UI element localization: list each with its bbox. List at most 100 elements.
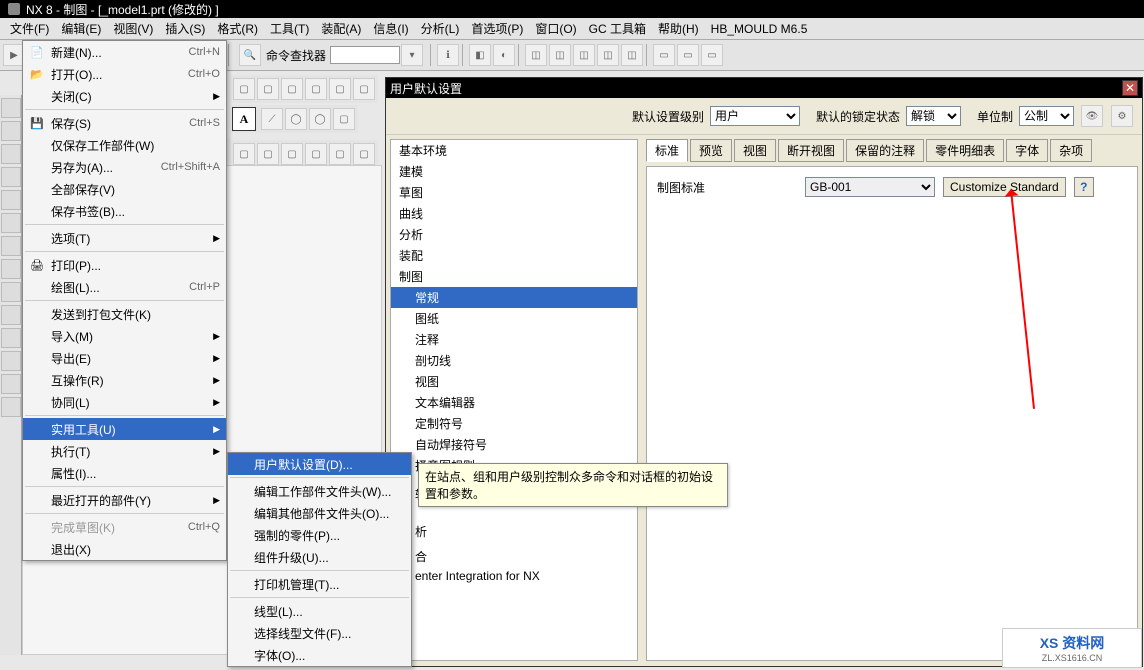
sidebar-icon-4[interactable] <box>1 167 21 187</box>
tool-s3[interactable]: ▢ <box>281 78 303 100</box>
standard-select[interactable]: GB-001 <box>805 177 935 197</box>
file-menu-item-8[interactable]: 保存书签(B)... <box>23 200 226 222</box>
tab-1[interactable]: 预览 <box>690 139 732 162</box>
sidebar-icon-11[interactable] <box>1 328 21 348</box>
tree-item-5[interactable]: 装配 <box>391 245 637 266</box>
file-menu-item-28[interactable]: 退出(X) <box>23 538 226 560</box>
menu-5[interactable]: 工具(T) <box>264 18 315 39</box>
tool-u2[interactable]: ▢ <box>257 143 279 165</box>
sidebar-icon-8[interactable] <box>1 259 21 279</box>
sidebar-icon-1[interactable] <box>1 98 21 118</box>
tree-item-6[interactable]: 制图 <box>391 266 637 287</box>
tool-u1[interactable]: ▢ <box>233 143 255 165</box>
menu-2[interactable]: 视图(V) <box>107 18 159 39</box>
menu-4[interactable]: 格式(R) <box>211 18 264 39</box>
file-menu-item-10[interactable]: 选项(T)▶ <box>23 227 226 249</box>
submenu-item-5[interactable]: 组件升级(U)... <box>228 546 411 568</box>
menu-7[interactable]: 信息(I) <box>367 18 414 39</box>
dialog-tool-1[interactable]: 👁 <box>1081 105 1103 127</box>
file-menu-item-17[interactable]: 导出(E)▶ <box>23 347 226 369</box>
file-menu-item-21[interactable]: 实用工具(U)▶ <box>23 418 226 440</box>
menu-9[interactable]: 首选项(P) <box>465 18 529 39</box>
file-menu-item-5[interactable]: 仅保存工作部件(W) <box>23 134 226 156</box>
file-menu-item-4[interactable]: 💾保存(S)Ctrl+S <box>23 112 226 134</box>
tree-item-23[interactable]: 析 <box>391 521 637 542</box>
tool-g5[interactable]: ◫ <box>621 44 643 66</box>
tree-item-9[interactable]: 注释 <box>391 329 637 350</box>
lock-select[interactable]: 解锁 <box>906 106 961 126</box>
sidebar-icon-13[interactable] <box>1 374 21 394</box>
unit-select[interactable]: 公制 <box>1019 106 1074 126</box>
tree-item-11[interactable]: 视图 <box>391 371 637 392</box>
file-menu-item-1[interactable]: 📂打开(O)...Ctrl+O <box>23 63 226 85</box>
tool-s6[interactable]: ▢ <box>353 78 375 100</box>
tool-s4[interactable]: ▢ <box>305 78 327 100</box>
sidebar-icon-9[interactable] <box>1 282 21 302</box>
menu-11[interactable]: GC 工具箱 <box>583 18 652 39</box>
file-menu-item-7[interactable]: 全部保存(V) <box>23 178 226 200</box>
help-icon[interactable]: ? <box>1074 177 1094 197</box>
tool-h1[interactable]: ▭ <box>653 44 675 66</box>
menu-1[interactable]: 编辑(E) <box>55 18 107 39</box>
tree-item-3[interactable]: 曲线 <box>391 203 637 224</box>
tool-s2[interactable]: ▢ <box>257 78 279 100</box>
submenu-item-10[interactable]: 选择线型文件(F)... <box>228 622 411 644</box>
submenu-item-3[interactable]: 编辑其他部件文件头(O)... <box>228 502 411 524</box>
menu-12[interactable]: 帮助(H) <box>652 18 705 39</box>
menu-10[interactable]: 窗口(O) <box>529 18 582 39</box>
tool-u3[interactable]: ▢ <box>281 143 303 165</box>
tool-g4[interactable]: ◫ <box>597 44 619 66</box>
level-select[interactable]: 用户 <box>710 106 800 126</box>
tool-info[interactable]: ℹ <box>437 44 459 66</box>
tree-item-26[interactable]: enter Integration for NX <box>391 567 637 585</box>
tab-6[interactable]: 字体 <box>1006 139 1048 162</box>
sidebar-icon-14[interactable] <box>1 397 21 417</box>
file-menu-item-19[interactable]: 协同(L)▶ <box>23 391 226 413</box>
tree-item-4[interactable]: 分析 <box>391 224 637 245</box>
submenu-item-11[interactable]: 字体(O)... <box>228 644 411 666</box>
tool-u6[interactable]: ▢ <box>353 143 375 165</box>
tool-layer[interactable]: ◧ <box>469 44 491 66</box>
file-menu-item-25[interactable]: 最近打开的部件(Y)▶ <box>23 489 226 511</box>
tool-g2[interactable]: ◫ <box>549 44 571 66</box>
submenu-item-7[interactable]: 打印机管理(T)... <box>228 573 411 595</box>
tool-s1[interactable]: ▢ <box>233 78 255 100</box>
settings-tree[interactable]: 基本环境建模草图曲线分析装配制图常规图纸注释剖切线视图文本编辑器定制符号自动焊接… <box>390 139 638 661</box>
file-menu-item-15[interactable]: 发送到打包文件(K) <box>23 303 226 325</box>
sidebar-icon-3[interactable] <box>1 144 21 164</box>
sidebar-icon-7[interactable] <box>1 236 21 256</box>
submenu-item-0[interactable]: 用户默认设置(D)... <box>228 453 411 475</box>
file-menu-item-22[interactable]: 执行(T)▶ <box>23 440 226 462</box>
sidebar-icon-10[interactable] <box>1 305 21 325</box>
menu-6[interactable]: 装配(A) <box>315 18 367 39</box>
tool-t4[interactable]: ▢ <box>333 108 355 130</box>
tab-4[interactable]: 保留的注释 <box>846 139 924 162</box>
tree-item-7[interactable]: 常规 <box>391 287 637 308</box>
menu-8[interactable]: 分析(L) <box>415 18 466 39</box>
tree-item-13[interactable]: 定制符号 <box>391 413 637 434</box>
cmd-finder-go[interactable]: ▾ <box>401 44 423 66</box>
tab-5[interactable]: 零件明细表 <box>926 139 1004 162</box>
tab-0[interactable]: 标准 <box>646 139 688 162</box>
submenu-item-4[interactable]: 强制的零件(P)... <box>228 524 411 546</box>
tool-u5[interactable]: ▢ <box>329 143 351 165</box>
tool-t1[interactable]: ⟋ <box>261 108 283 130</box>
sidebar-icon-2[interactable] <box>1 121 21 141</box>
tool-t2[interactable]: ◯ <box>285 108 307 130</box>
submenu-item-2[interactable]: 编辑工作部件文件头(W)... <box>228 480 411 502</box>
tree-item-25[interactable]: 合 <box>391 546 637 567</box>
file-menu-item-0[interactable]: 📄新建(N)...Ctrl+N <box>23 41 226 63</box>
tab-7[interactable]: 杂项 <box>1050 139 1092 162</box>
file-menu-item-12[interactable]: 🖨打印(P)... <box>23 254 226 276</box>
sidebar-icon-12[interactable] <box>1 351 21 371</box>
sidebar-icon-6[interactable] <box>1 213 21 233</box>
tool-h3[interactable]: ▭ <box>701 44 723 66</box>
menu-0[interactable]: 文件(F) <box>4 18 55 39</box>
dialog-tool-2[interactable]: ⚙ <box>1111 105 1133 127</box>
file-menu-item-16[interactable]: 导入(M)▶ <box>23 325 226 347</box>
tab-2[interactable]: 视图 <box>734 139 776 162</box>
tree-item-1[interactable]: 建模 <box>391 161 637 182</box>
tool-g3[interactable]: ◫ <box>573 44 595 66</box>
dialog-close-button[interactable]: ✕ <box>1122 80 1138 96</box>
tree-item-14[interactable]: 自动焊接符号 <box>391 434 637 455</box>
